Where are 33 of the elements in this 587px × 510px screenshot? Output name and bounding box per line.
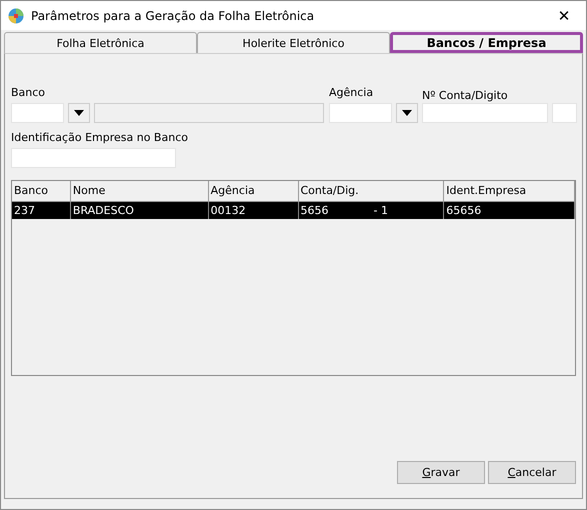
dialog-button[interactable]: Gravar bbox=[397, 461, 485, 484]
agency-field[interactable] bbox=[329, 103, 392, 123]
table-cell: 00132 bbox=[210, 204, 246, 217]
table-cell: 5656 bbox=[300, 204, 328, 217]
column-header[interactable]: Nome bbox=[70, 181, 209, 201]
table-cell: 237 bbox=[14, 204, 35, 217]
tab[interactable]: Holerite Eletrônico bbox=[197, 32, 390, 53]
dialog-button[interactable]: Cancelar bbox=[488, 461, 576, 484]
table-cell: - 1 bbox=[374, 204, 388, 217]
column-header[interactable]: Ident.Empresa bbox=[444, 181, 575, 201]
company-id-field[interactable] bbox=[11, 148, 176, 168]
table-cell: BRADESCO bbox=[72, 204, 134, 217]
account-field[interactable] bbox=[422, 103, 548, 123]
field-label: Nº Conta/Digito bbox=[422, 89, 509, 102]
table-cell: 65656 bbox=[446, 204, 482, 217]
digit-field[interactable] bbox=[552, 103, 577, 123]
column-header[interactable]: Conta/Dig. bbox=[298, 181, 444, 201]
table-row[interactable]: 237 BRADESCO 00132 5656 - 1 65656 bbox=[12, 202, 575, 219]
field-label: Identificação Empresa no Banco bbox=[11, 131, 189, 144]
app-icon bbox=[8, 8, 24, 24]
caret-icon bbox=[74, 110, 84, 116]
column-header[interactable]: Banco bbox=[12, 181, 71, 201]
bank-code-field[interactable] bbox=[11, 103, 64, 123]
field-label: Agência bbox=[329, 86, 374, 99]
caret-icon bbox=[402, 110, 412, 116]
window-title: Parâmetros para a Geração da Folha Eletrônica bbox=[31, 8, 314, 22]
tab[interactable]: Folha Eletrônica bbox=[4, 32, 197, 53]
field-label: Banco bbox=[11, 86, 46, 99]
tab[interactable]: Bancos / Empresa bbox=[390, 32, 583, 53]
dropdown-button[interactable] bbox=[68, 103, 90, 123]
dropdown-button[interactable] bbox=[396, 103, 418, 123]
column-header[interactable]: Agência bbox=[208, 181, 298, 201]
close-button[interactable]: ✕ bbox=[542, 1, 586, 30]
